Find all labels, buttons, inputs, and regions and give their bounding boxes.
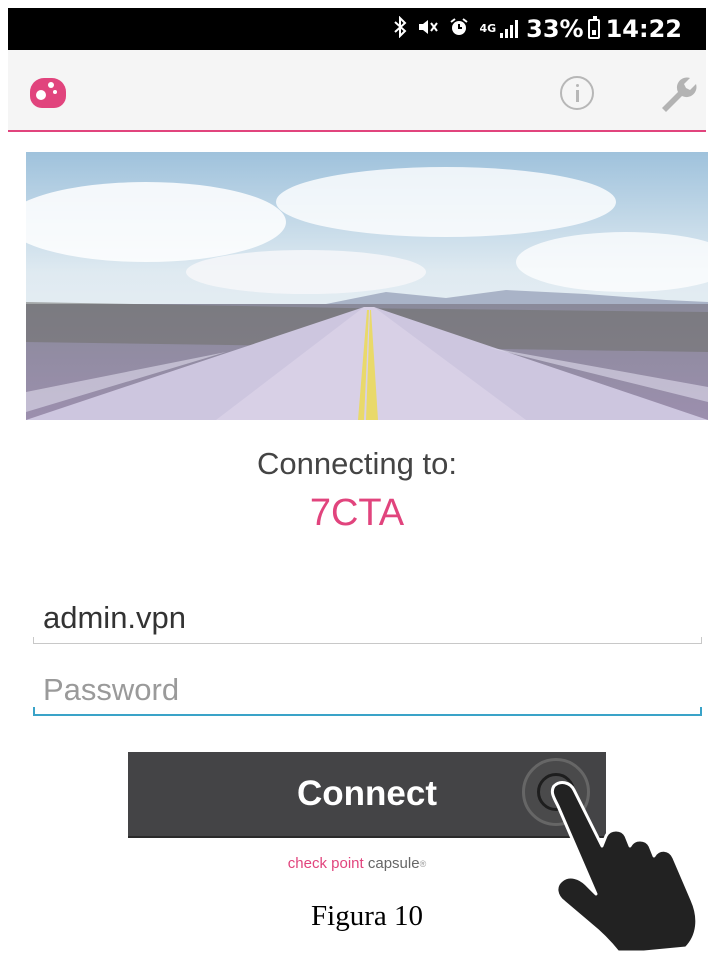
bluetooth-icon	[393, 15, 407, 43]
signal-icon	[500, 20, 520, 38]
mute-icon	[417, 17, 439, 42]
wrench-icon[interactable]	[656, 72, 698, 114]
clock: 14:22	[605, 15, 682, 43]
site-name: 7CTA	[309, 492, 405, 534]
alarm-icon	[449, 17, 469, 42]
username-value: admin.vpn	[43, 600, 187, 635]
capsule-logo-icon	[30, 78, 66, 108]
brand-mark: ®	[419, 859, 427, 870]
battery-icon	[587, 16, 600, 39]
info-icon[interactable]	[560, 76, 594, 110]
app-bar	[8, 50, 706, 132]
password-placeholder: Password	[43, 672, 180, 707]
brand-part2: capsule	[367, 855, 420, 872]
network-type: 4G	[479, 22, 497, 35]
road-landscape-image	[26, 152, 708, 420]
brand-part1: check point	[287, 855, 364, 872]
battery-percent: 33%	[526, 15, 584, 43]
connecting-label: Connecting to:	[257, 446, 457, 481]
status-bar: 4G 33% 14:22	[8, 8, 706, 50]
username-field[interactable]: admin.vpn	[33, 596, 702, 644]
pointing-hand-icon	[540, 776, 710, 954]
password-field[interactable]: Password	[33, 668, 702, 716]
